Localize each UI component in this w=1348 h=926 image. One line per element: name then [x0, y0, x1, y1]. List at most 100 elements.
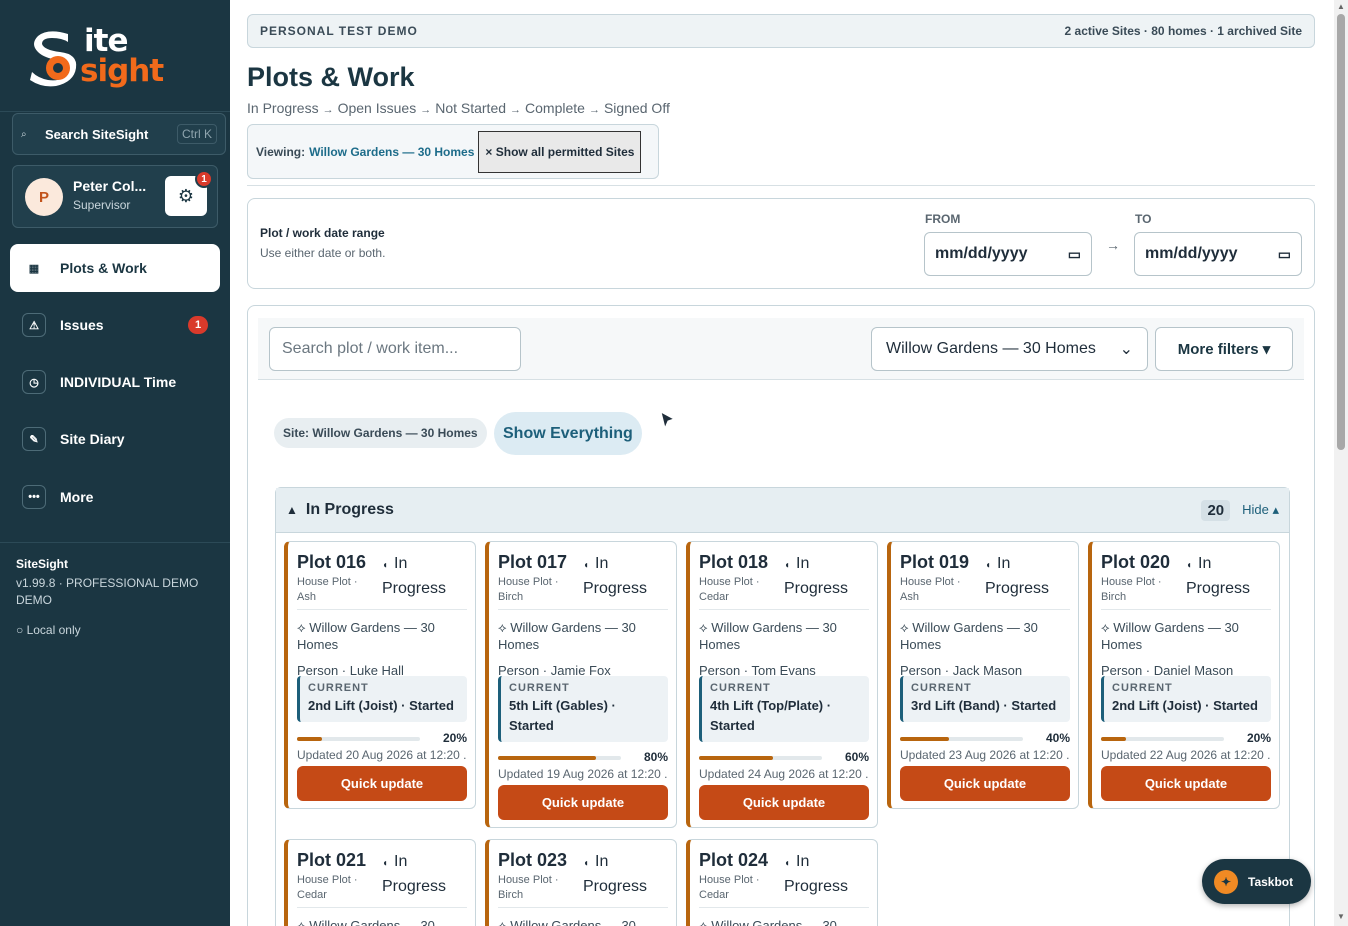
- scroll-thumb[interactable]: [1337, 14, 1345, 450]
- sidebar-item-label: INDIVIDUAL Time: [60, 374, 177, 390]
- show-all-sites-button[interactable]: × Show all permitted Sites: [478, 130, 642, 173]
- date-range-panel: Plot / work date range Use either date o…: [247, 198, 1315, 289]
- progress-bar: [297, 737, 420, 741]
- plot-name: Plot 021: [297, 850, 367, 870]
- site-filter-chip[interactable]: Site: Willow Gardens — 30 Homes: [274, 418, 487, 448]
- progress-percent: 20%: [442, 731, 467, 745]
- plot-card[interactable]: Plot 021 House Plot · Cedar ◖ In Progress…: [284, 839, 476, 926]
- hide-group-button[interactable]: Hide ▴: [1242, 502, 1279, 518]
- card-divider: [699, 609, 869, 610]
- quick-update-button[interactable]: Quick update: [1101, 766, 1271, 801]
- sidebar-search[interactable]: ⌕ Search SiteSight Ctrl K: [12, 113, 226, 155]
- more-filters-button[interactable]: More filters ▾: [1155, 327, 1293, 371]
- scroll-up-icon[interactable]: ▲: [1337, 2, 1345, 11]
- main-content: PERSONAL TEST DEMO 2 active Sites · 80 h…: [230, 0, 1334, 926]
- user-role: Supervisor: [73, 198, 131, 212]
- plot-site: ⟡ Willow Gardens — 30 Homes: [1101, 620, 1239, 652]
- settings-badge: 1: [195, 170, 213, 188]
- plot-status-label: In Progress: [382, 555, 447, 597]
- plot-site: ⟡ Willow Gardens — 30 Homes: [297, 620, 435, 652]
- quick-update-button[interactable]: Quick update: [699, 785, 869, 820]
- status-dot-icon: ◖: [583, 560, 590, 571]
- more-icon: •••: [22, 485, 46, 509]
- in-progress-group: ▲ In Progress 20 Hide ▴ Plot 016 House P…: [275, 487, 1290, 926]
- plot-status-label: In Progress: [583, 555, 648, 597]
- plot-status: ◖ In Progress: [1186, 552, 1276, 600]
- plot-card[interactable]: Plot 018 House Plot · Cedar ◖ In Progress…: [686, 541, 878, 828]
- card-divider: [297, 907, 467, 908]
- current-value: 2nd Lift (Joist) · Started: [308, 698, 454, 713]
- quick-update-button[interactable]: Quick update: [297, 766, 467, 801]
- page-scrollbar[interactable]: ▲ ▼: [1334, 0, 1348, 926]
- flow-step: Open Issues: [337, 100, 417, 116]
- workspace-name: PERSONAL TEST DEMO: [260, 24, 418, 38]
- sidebar-item-issues[interactable]: ⚠ Issues 1: [10, 301, 220, 349]
- to-date-input[interactable]: mm/dd/yyyy ▭: [1134, 232, 1302, 276]
- sidebar-item-more[interactable]: ••• More: [10, 473, 220, 521]
- plot-card[interactable]: Plot 017 House Plot · Birch ◖ In Progress…: [485, 541, 677, 828]
- group-count: 20: [1201, 499, 1231, 521]
- from-date-input[interactable]: mm/dd/yyyy ▭: [924, 232, 1092, 276]
- sidebar-item-plots-work[interactable]: ▦ Plots & Work: [10, 244, 220, 292]
- to-date-value: mm/dd/yyyy: [1145, 245, 1238, 262]
- quick-update-button[interactable]: Quick update: [900, 766, 1070, 801]
- plot-card[interactable]: Plot 016 House Plot · Ash ◖ In Progress ⟡…: [284, 541, 476, 809]
- gear-icon: ⚙: [177, 185, 195, 206]
- plot-status-label: In Progress: [784, 555, 849, 597]
- progress-bar: [498, 756, 621, 760]
- progress-percent: 60%: [844, 750, 869, 764]
- group-icon: ▲: [286, 503, 298, 517]
- status-flow: In Progress → Open Issues → Not Started → Comp…: [247, 100, 670, 116]
- chevron-down-icon: ⌄: [1119, 341, 1133, 358]
- plot-site: ⟡ Willow Gardens — 30: [699, 918, 837, 926]
- current-value: 4th Lift (Top/Plate) · Started: [710, 698, 832, 733]
- workspace-bar: PERSONAL TEST DEMO 2 active Sites · 80 h…: [247, 14, 1315, 48]
- sidebar-item-label: Issues: [60, 317, 104, 333]
- user-name: Peter Col...: [73, 178, 147, 194]
- current-label: CURRENT: [308, 682, 369, 694]
- logo-line-2: sight: [80, 53, 164, 89]
- current-label: CURRENT: [1112, 682, 1173, 694]
- workspace-summary: 2 active Sites · 80 homes · 1 archived S…: [1064, 24, 1302, 38]
- calendar-icon[interactable]: ▭: [1278, 246, 1291, 263]
- plot-card[interactable]: Plot 024 House Plot · Cedar ◖ In Progress…: [686, 839, 878, 926]
- scroll-down-icon[interactable]: ▼: [1337, 912, 1345, 921]
- user-card[interactable]: P Peter Col... Supervisor ⚙ 1: [12, 165, 218, 228]
- plot-card[interactable]: Plot 019 House Plot · Ash ◖ In Progress ⟡…: [887, 541, 1079, 809]
- status-dot-icon: ◖: [784, 858, 791, 869]
- taskbot-button[interactable]: ✦ Taskbot: [1202, 859, 1311, 904]
- logo[interactable]: ite sight: [0, 0, 230, 112]
- current-stage: CURRENT 5th Lift (Gables) · Started: [498, 676, 668, 742]
- search-shortcut: Ctrl K: [177, 124, 217, 144]
- plot-card[interactable]: Plot 023 House Plot · Birch ◖ In Progress…: [485, 839, 677, 926]
- current-stage: CURRENT 3rd Lift (Band) · Started: [900, 676, 1070, 722]
- sidebar-item-site-diary[interactable]: ✎ Site Diary: [10, 415, 220, 463]
- plot-search-input[interactable]: Search plot / work item...: [269, 327, 521, 371]
- site-select[interactable]: Willow Gardens — 30 Homes ⌄: [871, 327, 1148, 371]
- progress-fill: [498, 756, 597, 760]
- flow-arrow: →: [322, 104, 334, 116]
- sidebar-item-label: More: [60, 489, 94, 505]
- calendar-icon[interactable]: ▭: [1068, 246, 1081, 263]
- sidebar-item-individual-time[interactable]: ◷ INDIVIDUAL Time: [10, 358, 220, 406]
- settings-button[interactable]: ⚙ 1: [165, 170, 213, 216]
- quick-update-button[interactable]: Quick update: [498, 785, 668, 820]
- updated-time: Updated 24 Aug 2026 at 12:20 ...: [699, 767, 869, 781]
- viewing-banner: Viewing: Willow Gardens — 30 Homes × Sho…: [247, 124, 659, 179]
- from-date-value: mm/dd/yyyy: [935, 245, 1028, 262]
- current-value: 3rd Lift (Band) · Started: [911, 698, 1057, 713]
- current-label: CURRENT: [710, 682, 771, 694]
- plot-status: ◖ In Progress: [583, 850, 673, 898]
- progress-percent: 80%: [643, 750, 668, 764]
- progress-percent: 20%: [1246, 731, 1271, 745]
- current-stage: CURRENT 2nd Lift (Joist) · Started: [1101, 676, 1271, 722]
- plot-name: Plot 017: [498, 552, 568, 572]
- plot-card[interactable]: Plot 020 House Plot · Birch ◖ In Progress…: [1088, 541, 1280, 809]
- show-everything-chip[interactable]: Show Everything: [494, 412, 642, 455]
- page-title: Plots & Work: [247, 62, 415, 92]
- current-value: 2nd Lift (Joist) · Started: [1112, 698, 1258, 713]
- sidebar-footer: SiteSight v1.99.8 · PROFESSIONAL DEMO DE…: [0, 542, 230, 651]
- app-name: SiteSight: [16, 557, 69, 571]
- plot-type: House Plot · Cedar: [699, 874, 760, 901]
- date-range-title: Plot / work date range: [260, 226, 385, 240]
